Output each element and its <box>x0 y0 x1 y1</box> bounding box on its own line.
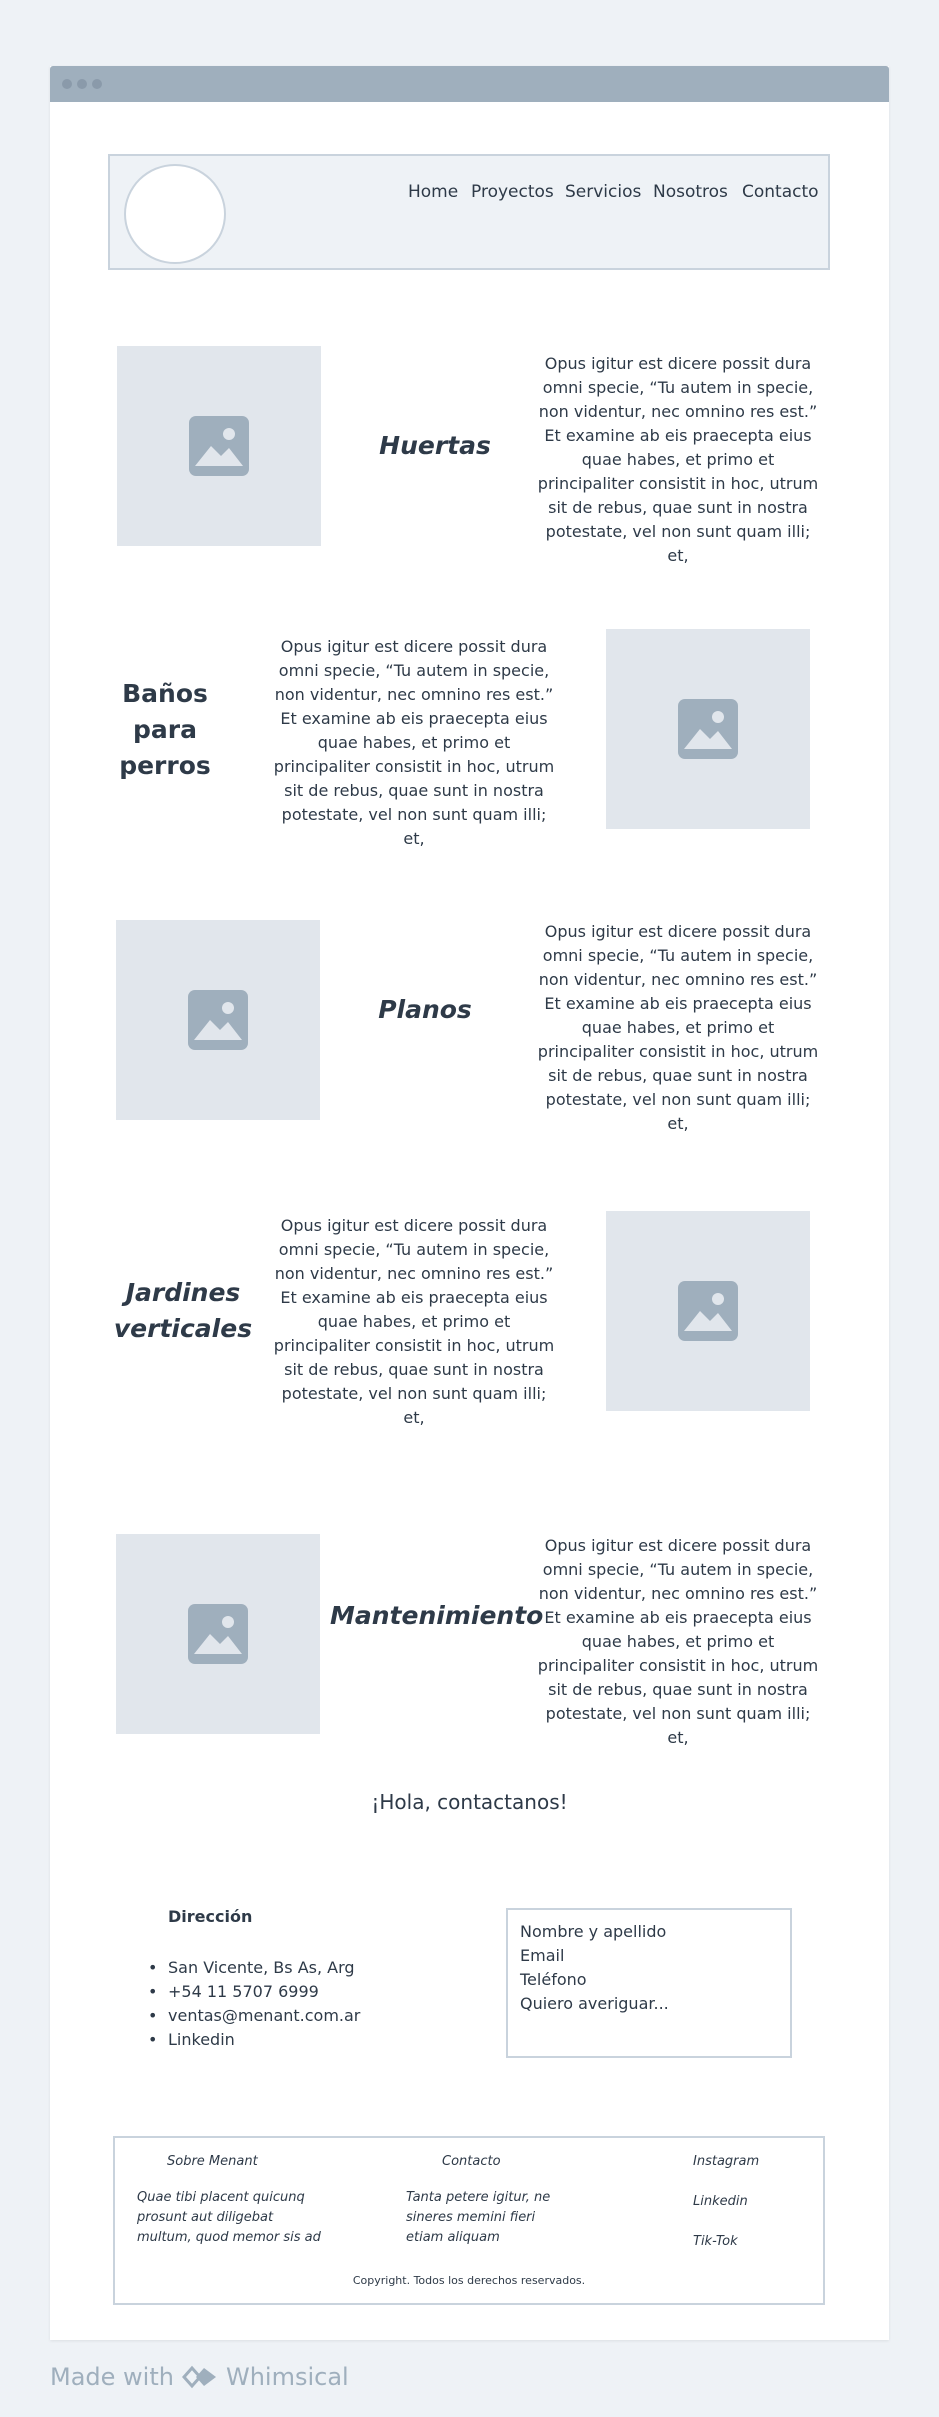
service-title: Baños para perros <box>119 679 211 780</box>
browser-window: Home Proyectos Servicios Nosotros Contac… <box>50 66 889 2340</box>
made-with-whimsical[interactable]: Made with Whimsical <box>50 2363 349 2391</box>
copyright: Copyright. Todos los derechos reservados… <box>352 2274 586 2287</box>
contact-heading: ¡Hola, contactanos! <box>371 1790 568 1814</box>
service-description: Opus igitur est dicere possit dura omni … <box>273 1216 555 1427</box>
phone-field[interactable]: Teléfono <box>520 1968 778 1992</box>
nav-nosotros[interactable]: Nosotros <box>653 182 728 202</box>
window-dot-icon <box>62 79 72 89</box>
whimsical-label: Whimsical <box>225 2363 349 2391</box>
whimsical-logo-icon <box>181 2365 216 2389</box>
nav-contacto[interactable]: Contacto <box>742 182 819 202</box>
window-titlebar <box>50 66 889 102</box>
footer-contact-text: Tanta petere igitur, ne sineres memini f… <box>406 2190 551 2245</box>
address-location: San Vicente, Bs As, Arg <box>148 1956 360 1980</box>
service-title: Planos <box>378 995 472 1024</box>
service-title: Jardines verticales <box>113 1278 253 1343</box>
service-description: Opus igitur est dicere possit dura omni … <box>537 1536 819 1747</box>
name-field[interactable]: Nombre y apellido <box>520 1920 778 1944</box>
address-linkedin[interactable]: Linkedin <box>148 2028 360 2052</box>
footer-instagram-link[interactable]: Instagram <box>693 2154 759 2169</box>
image-icon <box>678 699 738 759</box>
service-description: Opus igitur est dicere possit dura omni … <box>537 922 819 1133</box>
service-image-planos <box>116 920 320 1120</box>
window-dot-icon <box>92 79 102 89</box>
made-with-label: Made with <box>50 2363 174 2391</box>
contact-form: Nombre y apellido Email Teléfono Quiero … <box>506 1908 792 2058</box>
image-icon <box>678 1281 738 1341</box>
site-footer: Sobre Menant Quae tibi placent quicunq p… <box>113 2136 825 2305</box>
address-list: San Vicente, Bs As, Arg +54 11 5707 6999… <box>148 1956 360 2052</box>
address-email[interactable]: ventas@menant.com.ar <box>148 2004 360 2028</box>
footer-linkedin-link[interactable]: Linkedin <box>693 2194 748 2209</box>
footer-about-title: Sobre Menant <box>167 2154 258 2169</box>
inquiry-field[interactable]: Quiero averiguar... <box>520 1992 778 2016</box>
image-icon <box>188 990 248 1050</box>
image-icon <box>188 1604 248 1664</box>
address-title: Dirección <box>168 1907 253 1926</box>
logo-placeholder[interactable] <box>124 164 226 264</box>
service-title: Huertas <box>379 431 491 460</box>
footer-tiktok-link[interactable]: Tik-Tok <box>693 2234 738 2249</box>
service-image-mantenimiento <box>116 1534 320 1734</box>
nav-proyectos[interactable]: Proyectos <box>471 182 554 202</box>
service-image-jardines <box>606 1211 810 1411</box>
nav-home[interactable]: Home <box>408 182 458 202</box>
site-header: Home Proyectos Servicios Nosotros Contac… <box>108 154 830 270</box>
address-phone[interactable]: +54 11 5707 6999 <box>148 1980 360 2004</box>
window-dot-icon <box>77 79 87 89</box>
email-field[interactable]: Email <box>520 1944 778 1968</box>
image-icon <box>189 416 249 476</box>
service-image-banos <box>606 629 810 829</box>
nav-servicios[interactable]: Servicios <box>565 182 641 202</box>
service-image-huertas <box>117 346 321 546</box>
footer-about-text: Quae tibi placent quicunq prosunt aut di… <box>137 2190 321 2245</box>
footer-contact-title: Contacto <box>442 2154 501 2169</box>
service-description: Opus igitur est dicere possit dura omni … <box>273 637 555 848</box>
service-description: Opus igitur est dicere possit dura omni … <box>537 354 819 565</box>
service-title: Mantenimiento <box>330 1601 544 1630</box>
